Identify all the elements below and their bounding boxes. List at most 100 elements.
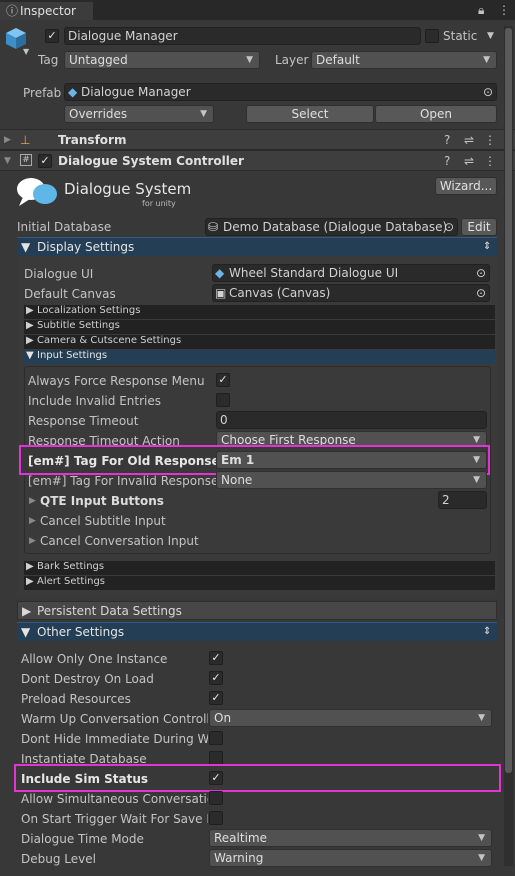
instantiate-database-checkbox[interactable] <box>209 751 223 765</box>
foldout-down-icon: ▼ <box>26 350 34 361</box>
persistent-data-settings-header[interactable]: ▶ Persistent Data Settings <box>17 601 497 620</box>
logo-subtitle: for unity <box>142 199 176 208</box>
dont-hide-checkbox[interactable] <box>209 731 223 745</box>
camera-settings-foldout[interactable]: ▶ Camera & Cutscene Settings <box>24 335 495 349</box>
alert-settings-foldout[interactable]: ▶ Alert Settings <box>24 576 495 590</box>
object-picker-icon[interactable]: ⊙ <box>476 265 486 281</box>
response-timeout-input[interactable]: 0 <box>216 411 487 429</box>
cancel-conversation-input-label[interactable]: Cancel Conversation Input <box>40 533 199 549</box>
include-invalid-checkbox[interactable] <box>216 393 230 407</box>
component-enabled-checkbox[interactable]: ✓ <box>38 154 52 168</box>
controller-title: Dialogue System Controller <box>58 154 244 168</box>
warmup-dropdown[interactable]: On ▼ <box>209 709 492 727</box>
chevron-down-icon: ▼ <box>478 853 485 863</box>
active-checkbox[interactable]: ✓ <box>45 29 59 43</box>
tag-dropdown[interactable]: Untagged ▼ <box>64 51 260 69</box>
foldout-arrow-icon[interactable]: ▼ <box>4 153 11 169</box>
debug-level-dropdown[interactable]: Warning ▼ <box>209 849 492 867</box>
warmup-label: Warm Up Conversation Controller <box>21 712 208 726</box>
object-picker-icon[interactable]: ⊙ <box>476 285 486 301</box>
on-start-trigger-checkbox[interactable] <box>209 811 223 825</box>
wizard-button[interactable]: Wizard... <box>435 177 497 195</box>
prefab-field[interactable]: ◆ Dialogue Manager ⊙ <box>64 83 497 101</box>
preload-resources-checkbox[interactable]: ✓ <box>209 691 223 705</box>
default-canvas-label: Default Canvas <box>24 287 116 301</box>
invalid-responses-value: None <box>221 473 253 487</box>
chevron-down-icon: ▼ <box>478 833 485 843</box>
foldout-right-icon[interactable]: ▶ <box>29 513 36 529</box>
other-settings-title: Other Settings <box>37 625 125 639</box>
dialogue-time-mode-dropdown[interactable]: Realtime ▼ <box>209 829 492 847</box>
warmup-value: On <box>214 711 232 725</box>
qte-input-buttons-label: QTE Input Buttons <box>40 494 164 508</box>
initial-database-label: Initial Database <box>17 220 112 234</box>
foldout-right-icon: ▶ <box>26 335 34 346</box>
object-name-input[interactable]: Dialogue Manager <box>64 27 421 45</box>
allow-simultaneous-checkbox[interactable] <box>209 791 223 805</box>
foldout-arrow-icon[interactable]: ▶ <box>4 132 11 148</box>
foldout-right-icon: ▶ <box>26 561 34 572</box>
kebab-icon[interactable]: ⋮ <box>498 2 510 18</box>
lock-icon[interactable]: 🔒︎ <box>478 2 484 18</box>
presets-icon[interactable]: ⇌ <box>464 153 474 169</box>
dialogue-ui-label: Dialogue UI <box>24 267 94 281</box>
always-force-response-checkbox[interactable]: ✓ <box>216 373 230 387</box>
camera-settings-label: Camera & Cutscene Settings <box>37 335 182 346</box>
cube-dropdown-icon[interactable]: ▼ <box>23 44 29 60</box>
help-icon[interactable]: ? <box>444 132 450 148</box>
qte-input-buttons-size[interactable]: 2 <box>438 491 487 509</box>
transform-axes-icon: ⊥ <box>20 133 31 147</box>
object-picker-icon[interactable]: ⊙ <box>444 219 454 235</box>
scrollbar-thumb[interactable] <box>505 28 512 773</box>
dialogue-system-controller-header[interactable]: ▼ # ✓ Dialogue System Controller ? ⇌ ⋮ <box>0 150 515 171</box>
prefab-label: Prefab <box>23 86 62 100</box>
sort-icon: ⇕ <box>483 626 492 637</box>
open-button[interactable]: Open <box>375 105 497 123</box>
object-picker-icon[interactable]: ⊙ <box>483 84 493 100</box>
chevron-down-icon: ▼ <box>200 109 207 119</box>
inspector-tab[interactable]: ⓘ Inspector <box>0 0 93 20</box>
presets-icon[interactable]: ⇌ <box>464 132 474 148</box>
database-icon: ⛁ <box>208 220 219 234</box>
prefab-icon: ◆ <box>68 85 78 99</box>
allow-one-instance-checkbox[interactable]: ✓ <box>209 651 223 665</box>
display-settings-header[interactable]: ▼ Display Settings ⇕ <box>17 237 497 256</box>
static-checkbox[interactable] <box>425 29 439 43</box>
invalid-responses-dropdown[interactable]: None ▼ <box>216 471 487 489</box>
cancel-subtitle-input-label[interactable]: Cancel Subtitle Input <box>40 513 166 529</box>
transform-header[interactable]: ▶ ⊥ Transform ? ⇌ ⋮ <box>0 129 515 150</box>
chevron-down-icon: ▼ <box>473 475 480 485</box>
tag-label: Tag <box>38 53 59 67</box>
select-button[interactable]: Select <box>246 105 374 123</box>
edit-button[interactable]: Edit <box>461 218 497 236</box>
dont-destroy-checkbox[interactable]: ✓ <box>209 671 223 685</box>
logo-title: Dialogue System <box>64 180 192 198</box>
localization-settings-label: Localization Settings <box>37 305 141 316</box>
dont-destroy-label: Dont Destroy On Load <box>21 672 154 686</box>
component-menu-icon[interactable]: ⋮ <box>484 132 496 148</box>
dialogue-ui-field[interactable]: ◆ Wheel Standard Dialogue UI ⊙ <box>212 264 490 282</box>
component-menu-icon[interactable]: ⋮ <box>484 153 496 169</box>
inspector-icon: ⓘ <box>6 4 19 18</box>
input-settings-foldout[interactable]: ▼ Input Settings <box>24 350 495 364</box>
other-settings-header[interactable]: ▼ Other Settings ⇕ <box>17 622 497 641</box>
bark-settings-foldout[interactable]: ▶ Bark Settings <box>24 561 495 575</box>
static-label: Static <box>443 29 478 43</box>
default-canvas-field[interactable]: ▣ Canvas (Canvas) ⊙ <box>212 284 490 302</box>
help-icon[interactable]: ? <box>444 153 450 169</box>
foldout-right-icon[interactable]: ▶ <box>29 493 36 509</box>
localization-settings-foldout[interactable]: ▶ Localization Settings <box>24 305 495 319</box>
debug-level-value: Warning <box>214 851 264 865</box>
chevron-down-icon: ▼ <box>483 55 490 65</box>
response-timeout-label: Response Timeout <box>28 414 139 428</box>
preload-resources-label: Preload Resources <box>21 692 131 706</box>
initial-database-field[interactable]: ⛁ Demo Database (Dialogue Database) ⊙ <box>205 218 458 236</box>
overrides-dropdown[interactable]: Overrides ▼ <box>64 105 214 123</box>
dialogue-time-mode-value: Realtime <box>214 831 267 845</box>
subtitle-settings-foldout[interactable]: ▶ Subtitle Settings <box>24 320 495 334</box>
foldout-right-icon[interactable]: ▶ <box>29 533 36 549</box>
layer-dropdown[interactable]: Default ▼ <box>311 51 497 69</box>
prefab-icon: ◆ <box>215 266 225 280</box>
static-dropdown-icon[interactable]: ▼ <box>487 28 494 44</box>
foldout-down-icon: ▼ <box>21 240 31 254</box>
